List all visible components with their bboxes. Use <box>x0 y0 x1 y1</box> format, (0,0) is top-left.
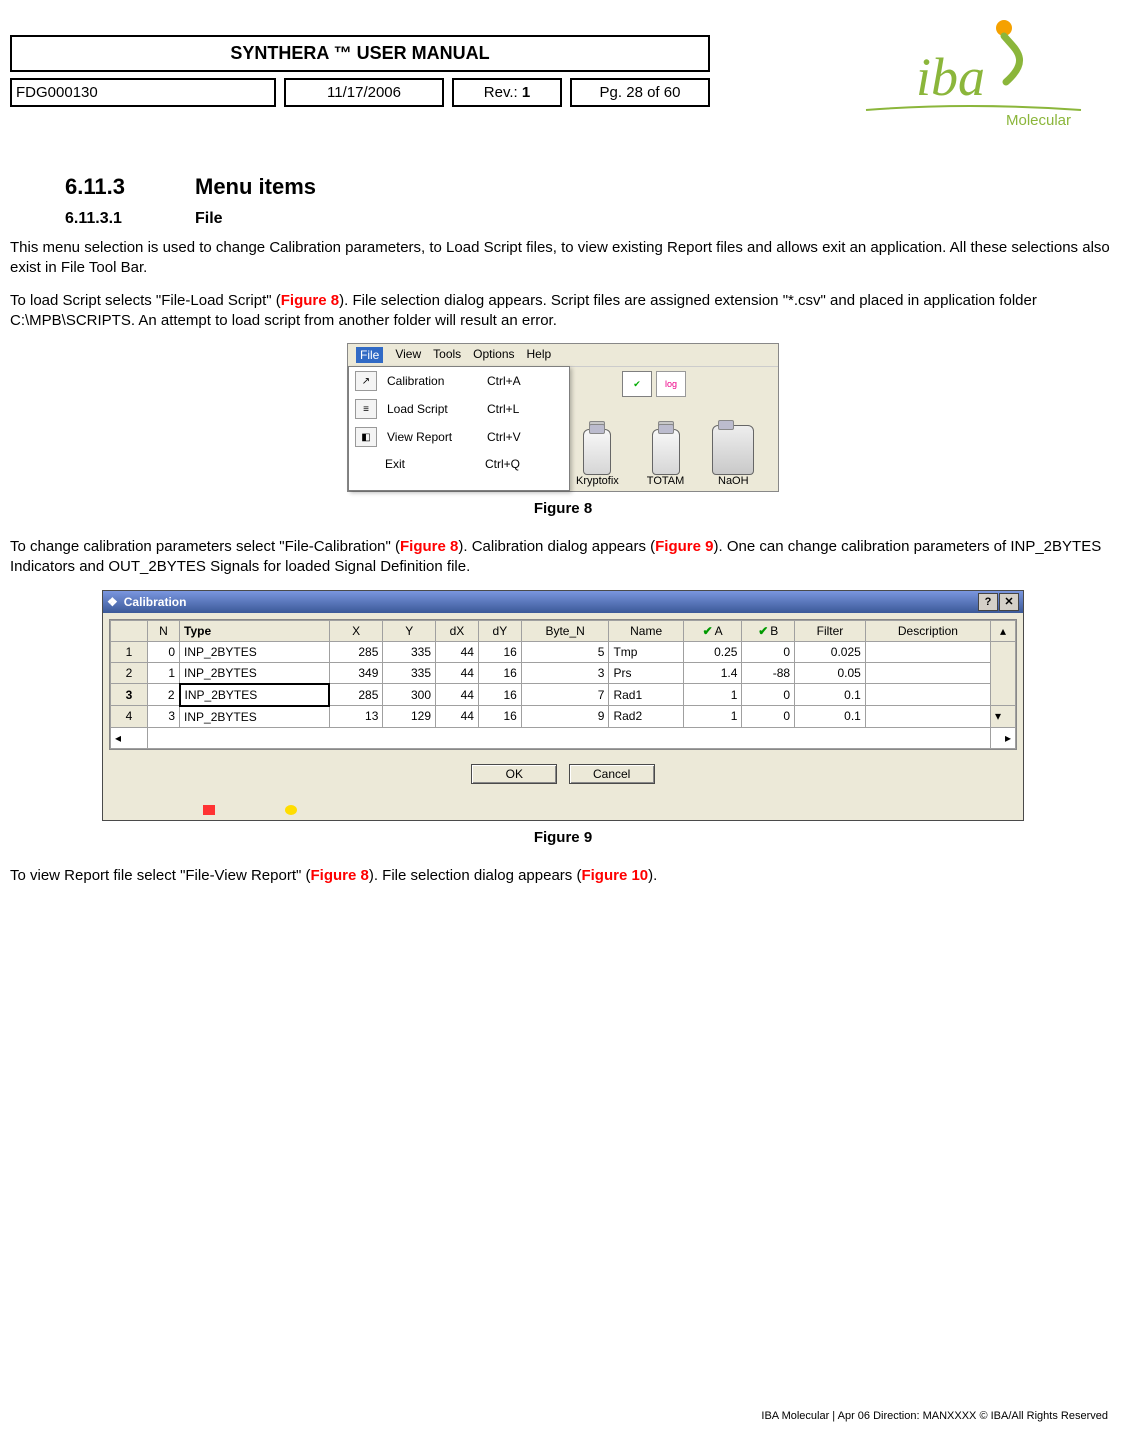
toolbar-icons: ✔ log <box>576 371 772 397</box>
cancel-button[interactable]: Cancel <box>569 764 655 784</box>
svg-text:Molecular: Molecular <box>1006 112 1071 129</box>
scroll-right-icon[interactable]: ▸ <box>991 727 1016 748</box>
dialog-titlebar: ❖ Calibration ? ✕ <box>103 591 1023 613</box>
doc-rev: Rev.: 1 <box>452 78 562 107</box>
doc-date: 11/17/2006 <box>284 78 444 107</box>
paragraph-calibration: To change calibration parameters select … <box>10 537 1116 578</box>
exit-icon <box>355 455 375 473</box>
load-script-icon: ≡ <box>355 399 377 419</box>
file-dropdown: ↗ Calibration Ctrl+A ≡ Load Script Ctrl+… <box>348 366 570 491</box>
page-footer: IBA Molecular | Apr 06 Direction: MANXXX… <box>761 1410 1108 1422</box>
table-row[interactable]: 10INP_2BYTES28533544165Tmp0.2500.025 <box>111 641 1016 662</box>
menu-bar: File View Tools Options Help <box>348 344 778 367</box>
close-button[interactable]: ✕ <box>999 593 1019 611</box>
vial-naoh: NaOH <box>712 425 754 487</box>
subsection-heading: 6.11.3.1File <box>65 210 1116 228</box>
scroll-down-icon[interactable]: ▾ <box>991 706 1016 728</box>
doc-title: SYNTHERA ™ USER MANUAL <box>10 35 710 72</box>
ok-button[interactable]: OK <box>471 764 557 784</box>
figure-ref-8c: Figure 8 <box>310 867 368 884</box>
doc-page: Pg. 28 of 60 <box>570 78 710 107</box>
figure-8-caption: Figure 8 <box>10 500 1116 517</box>
fragment-bar <box>103 800 1023 820</box>
section-heading: 6.11.3Menu items <box>65 174 1116 200</box>
menu-item-exit[interactable]: Exit Ctrl+Q <box>349 451 569 477</box>
scroll-up-icon[interactable]: ▴ <box>991 620 1016 641</box>
paragraph-view-report: To view Report file select "File-View Re… <box>10 866 1116 886</box>
paragraph-load-script: To load Script selects "File-Load Script… <box>10 291 1116 332</box>
menu-file[interactable]: File <box>356 347 383 363</box>
table-row[interactable]: 21INP_2BYTES34933544163Prs1.4-880.05 <box>111 662 1016 684</box>
dialog-title: Calibration <box>124 595 187 609</box>
figure-9: ❖ Calibration ? ✕ N Type X Y dX dY Byte_N… <box>102 590 1024 821</box>
menu-item-view-report[interactable]: ◧ View Report Ctrl+V <box>349 423 569 451</box>
figure-ref-8: Figure 8 <box>281 292 339 309</box>
figure-9-caption: Figure 9 <box>10 829 1116 846</box>
menu-options[interactable]: Options <box>473 347 514 363</box>
check-icon: ✔ <box>758 624 768 638</box>
svg-text:iba: iba <box>916 47 985 107</box>
scroll-left-icon[interactable]: ◂ <box>111 727 148 748</box>
menu-item-load-script[interactable]: ≡ Load Script Ctrl+L <box>349 395 569 423</box>
check-icon: ✔ <box>703 624 713 638</box>
doc-id: FDG000130 <box>10 78 276 107</box>
calibration-table[interactable]: N Type X Y dX dY Byte_N Name ✔A ✔B Filte… <box>110 620 1016 749</box>
vial-kryptofix: Kryptofix <box>576 421 619 487</box>
dialog-icon: ❖ <box>107 595 118 609</box>
menu-tools[interactable]: Tools <box>433 347 461 363</box>
table-row[interactable]: 32INP_2BYTES28530044167Rad1100.1 <box>111 684 1016 706</box>
horizontal-scrollbar[interactable]: ◂▸ <box>111 727 1016 748</box>
logo: iba Molecular <box>710 10 1116 134</box>
toolbar-check-icon[interactable]: ✔ <box>622 371 652 397</box>
vial-totam: TOTAM <box>647 421 684 487</box>
figure-ref-9: Figure 9 <box>655 538 713 555</box>
calibration-icon: ↗ <box>355 371 377 391</box>
menu-item-calibration[interactable]: ↗ Calibration Ctrl+A <box>349 367 569 395</box>
figure-ref-10: Figure 10 <box>581 867 648 884</box>
toolbar-log-icon[interactable]: log <box>656 371 686 397</box>
figure-8: File View Tools Options Help ↗ Calibrati… <box>347 343 779 492</box>
table-row[interactable]: 43INP_2BYTES1312944169Rad2100.1▾ <box>111 706 1016 728</box>
table-header-row: N Type X Y dX dY Byte_N Name ✔A ✔B Filte… <box>111 620 1016 641</box>
menu-view[interactable]: View <box>395 347 421 363</box>
paragraph-intro: This menu selection is used to change Ca… <box>10 238 1116 279</box>
document-header: SYNTHERA ™ USER MANUAL FDG000130 11/17/2… <box>10 10 1116 134</box>
figure-ref-8b: Figure 8 <box>400 538 458 555</box>
view-report-icon: ◧ <box>355 427 377 447</box>
menu-help[interactable]: Help <box>527 347 552 363</box>
help-button[interactable]: ? <box>978 593 998 611</box>
